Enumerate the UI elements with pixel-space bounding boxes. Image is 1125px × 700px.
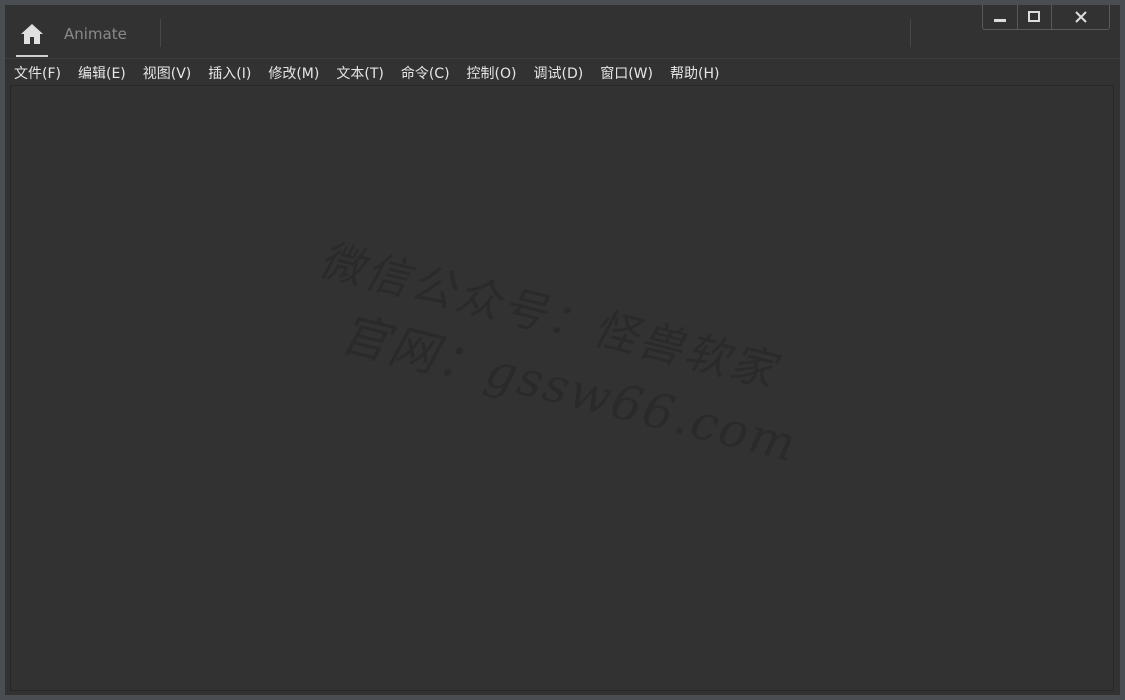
workspace-area: 微信公众号：怪兽软家 官网：gssw66.com xyxy=(10,85,1114,691)
close-icon xyxy=(1074,11,1087,23)
tab-animate[interactable]: Animate xyxy=(64,25,127,43)
close-button[interactable] xyxy=(1052,5,1109,29)
menu-file[interactable]: 文件(F) xyxy=(14,63,61,83)
app-window: Animate 文件(F) 编辑(E) 视图(V) 插入(I) 修改(M) 文本… xyxy=(0,0,1125,700)
tab-separator xyxy=(910,19,911,47)
menu-help[interactable]: 帮助(H) xyxy=(670,63,719,83)
watermark-line-1: 微信公众号：怪兽软家 xyxy=(314,234,783,398)
menu-control[interactable]: 控制(O) xyxy=(467,63,517,83)
watermark-line-2: 官网：gssw66.com xyxy=(334,305,803,474)
minimize-icon xyxy=(993,19,1006,22)
home-tab[interactable] xyxy=(16,17,48,57)
menu-insert[interactable]: 插入(I) xyxy=(208,63,251,83)
menu-modify[interactable]: 修改(M) xyxy=(268,63,319,83)
menu-edit[interactable]: 编辑(E) xyxy=(78,63,126,83)
watermark: 微信公众号：怪兽软家 官网：gssw66.com xyxy=(11,86,1115,692)
minimize-button[interactable] xyxy=(983,5,1018,29)
home-icon xyxy=(21,24,43,44)
menu-debug[interactable]: 调试(D) xyxy=(534,63,584,83)
tab-separator xyxy=(160,19,161,47)
menu-view[interactable]: 视图(V) xyxy=(143,63,192,83)
menu-commands[interactable]: 命令(C) xyxy=(401,63,450,83)
window-controls xyxy=(982,5,1110,30)
maximize-icon xyxy=(1028,11,1041,22)
title-bar: Animate xyxy=(5,5,1120,57)
menu-bar: 文件(F) 编辑(E) 视图(V) 插入(I) 修改(M) 文本(T) 命令(C… xyxy=(5,58,1120,86)
menu-text[interactable]: 文本(T) xyxy=(336,63,383,83)
menu-window[interactable]: 窗口(W) xyxy=(600,63,653,83)
maximize-button[interactable] xyxy=(1018,5,1053,29)
